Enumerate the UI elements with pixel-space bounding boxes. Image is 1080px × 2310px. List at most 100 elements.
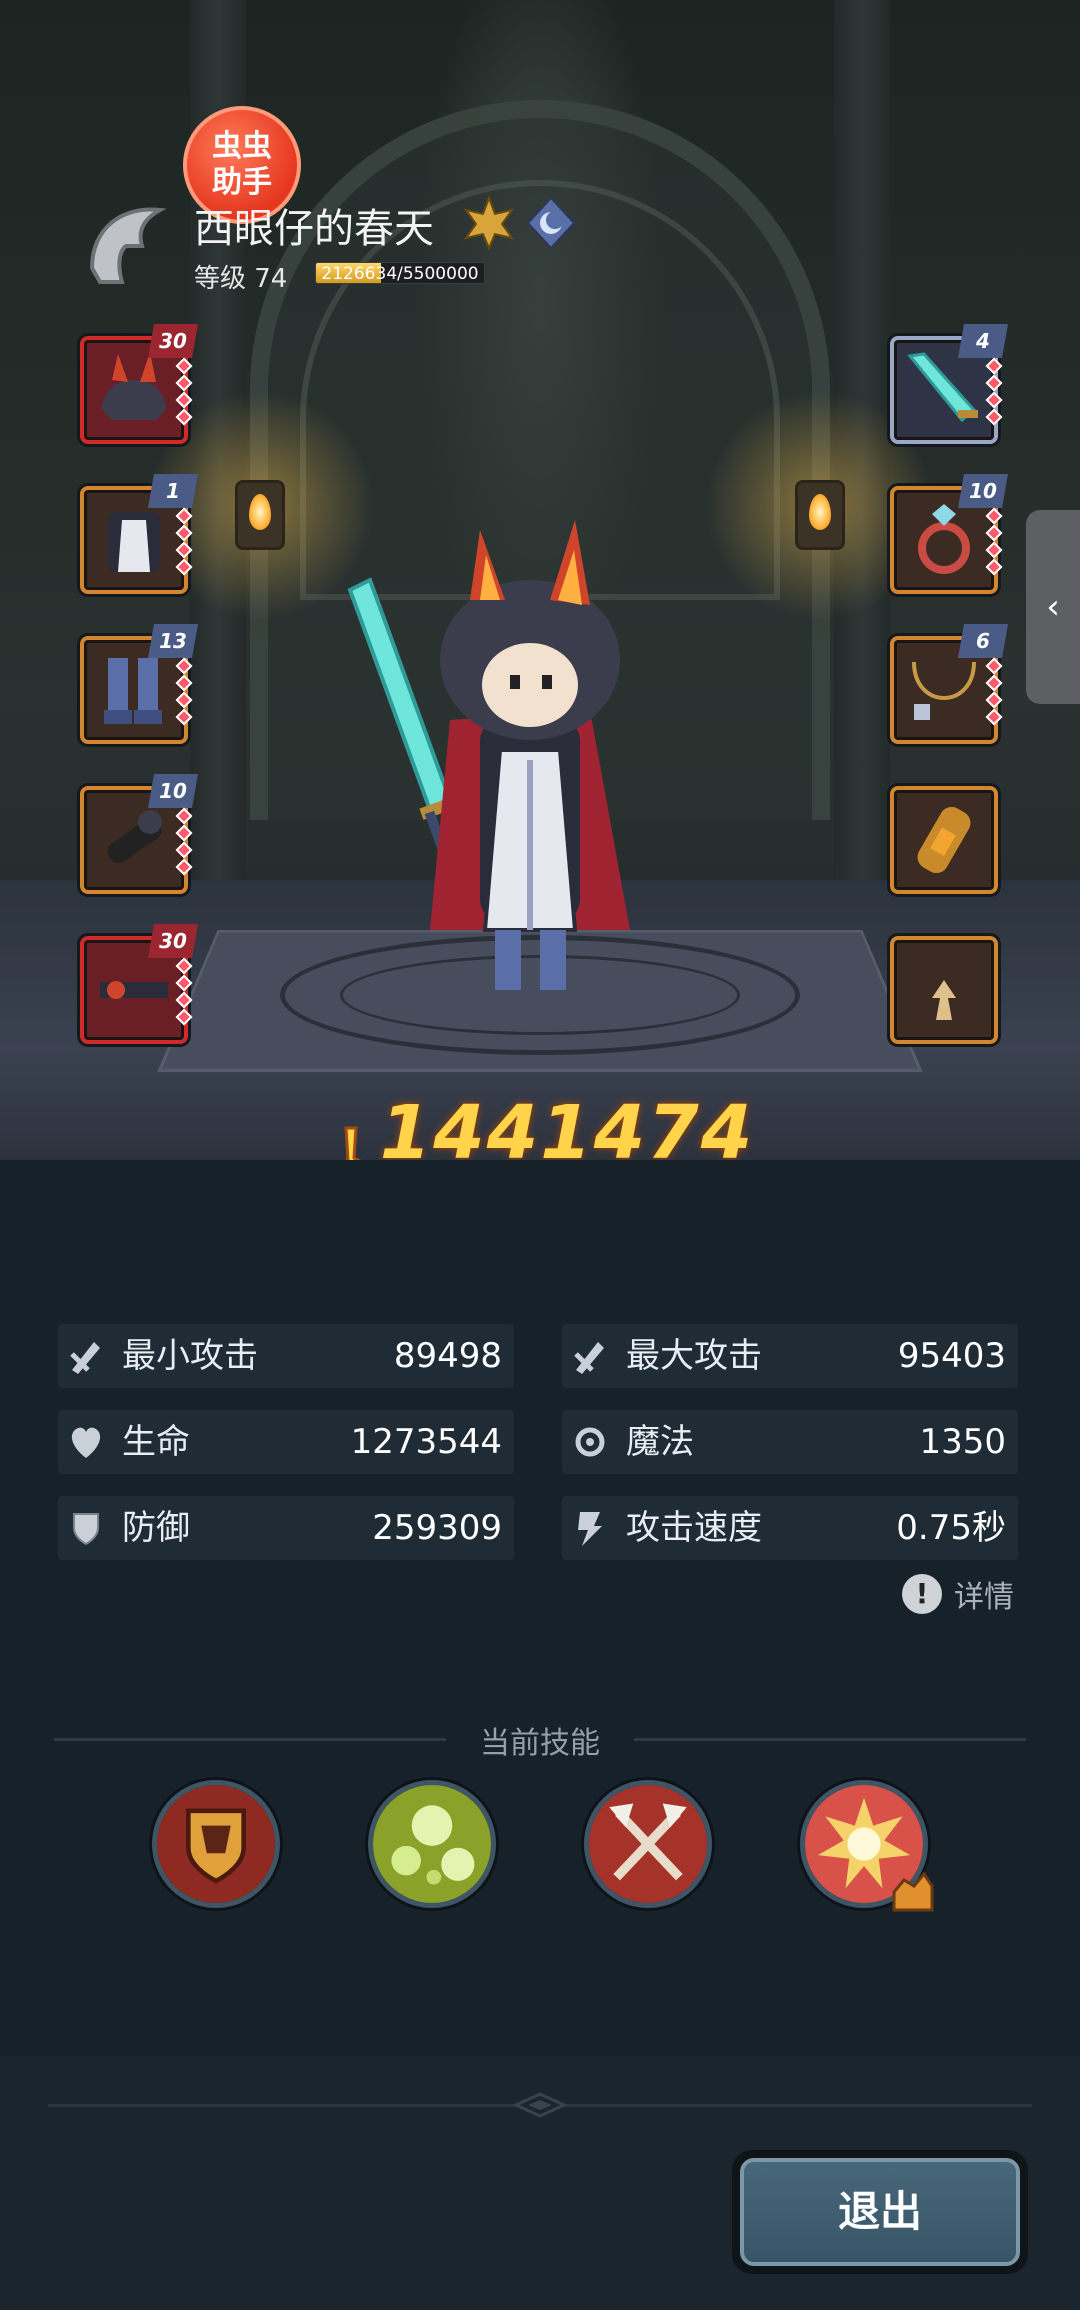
ring-icon	[918, 504, 970, 574]
shield-crest-skill-icon	[157, 1785, 275, 1903]
skills-title: 当前技能	[480, 1726, 600, 1761]
boots-icon	[104, 658, 162, 724]
sword-icon	[70, 1342, 100, 1374]
stat-value: 95403	[897, 1336, 1006, 1376]
helmet-icon	[102, 352, 166, 420]
gem-icon	[985, 541, 1003, 559]
skill-poison-bubble[interactable]	[368, 1780, 496, 1908]
gem-icon	[985, 657, 1003, 675]
magic-icon	[575, 1427, 605, 1457]
stat-value: 1273544	[350, 1422, 502, 1462]
gem-slots	[175, 507, 193, 576]
stat-label: 攻击速度	[626, 1508, 762, 1548]
sun-emblem-icon[interactable]	[462, 195, 516, 251]
equip-slot-necklace[interactable]: 6	[890, 624, 1008, 744]
equip-slot-ring[interactable]: 10	[890, 474, 1008, 594]
gem-icon	[175, 507, 193, 525]
hero-character	[347, 520, 630, 990]
gem-icon	[175, 691, 193, 709]
equip-level-badge: 4	[958, 324, 1008, 358]
chevron-left-icon: ‹	[1046, 587, 1060, 627]
gem-icon	[985, 524, 1003, 542]
gem-icon	[175, 824, 193, 842]
exit-label: 退出	[740, 2158, 1020, 2266]
heart-icon	[71, 1427, 101, 1458]
detail-button[interactable]: ! 详情	[902, 1572, 1014, 1616]
equip-slot-pendant[interactable]	[890, 936, 998, 1044]
divider-ornament-icon	[514, 2092, 566, 2118]
crossed-axes-skill-icon	[589, 1785, 707, 1903]
skill-crossed-axes[interactable]	[584, 1780, 712, 1908]
gem-icon	[985, 357, 1003, 375]
gem-icon	[175, 807, 193, 825]
torch-left	[145, 390, 375, 620]
sword-icon	[574, 1342, 604, 1374]
exp-text: 2126634/5500000	[321, 264, 479, 284]
gem-icon	[175, 524, 193, 542]
equip-slot-helmet[interactable]: 30	[80, 324, 198, 444]
armor-icon	[108, 512, 160, 572]
necklace-icon	[912, 661, 976, 720]
equip-level-badge: 13	[148, 624, 198, 658]
skill-shield-crest[interactable]	[152, 1780, 280, 1908]
gem-icon	[175, 558, 193, 576]
stat-value: 0.75秒	[896, 1508, 1006, 1548]
sword-icon	[907, 352, 978, 423]
equip-slot-belt[interactable]: 30	[80, 924, 198, 1044]
gem-icon	[175, 374, 193, 392]
gem-icon	[175, 708, 193, 726]
torch-right	[705, 390, 935, 620]
gem-icon	[175, 408, 193, 426]
side-panel-toggle[interactable]: ‹	[1026, 510, 1080, 704]
equip-slot-armor[interactable]: 1	[80, 474, 198, 594]
equip-level-badge: 6	[958, 624, 1008, 658]
gem-icon	[175, 974, 193, 992]
gem-icon	[175, 841, 193, 859]
equip-level-badge: 1	[148, 474, 198, 508]
gem-icon	[985, 507, 1003, 525]
pendant-icon	[915, 955, 973, 1020]
gloves-icon	[107, 810, 162, 864]
gem-icon	[175, 957, 193, 975]
moon-emblem-icon[interactable]	[524, 196, 578, 250]
exp-bar: 2126634/5500000	[315, 262, 485, 284]
equip-level-badge: 30	[148, 324, 198, 358]
gem-icon	[175, 657, 193, 675]
player-name: 西眼仔的春天	[194, 206, 434, 252]
gem-icon	[175, 541, 193, 559]
equip-slot-sword[interactable]: 4	[890, 324, 1008, 444]
gem-icon	[985, 708, 1003, 726]
stat-label: 防御	[122, 1508, 190, 1548]
bracer-icon	[917, 806, 971, 874]
gem-icon	[175, 674, 193, 692]
level-label: 等级 74	[194, 264, 288, 294]
equip-slot-gloves[interactable]: 10	[80, 774, 198, 894]
helmet-avatar-icon[interactable]	[82, 198, 176, 292]
gem-slots	[175, 957, 193, 1026]
stat-label: 生命	[122, 1422, 190, 1462]
gem-icon	[175, 991, 193, 1009]
poison-bubble-skill-icon	[373, 1785, 491, 1903]
gem-icon	[985, 374, 1003, 392]
skill-lock-badge-icon	[892, 1871, 934, 1912]
gem-slots	[175, 807, 193, 876]
equip-slot-boots[interactable]: 13	[80, 624, 198, 744]
detail-label: 详情	[954, 1580, 1014, 1615]
speed-icon	[578, 1512, 602, 1546]
gem-slots	[175, 357, 193, 426]
stat-row: 魔法 1350	[562, 1410, 1018, 1474]
equip-level-badge: 30	[148, 924, 198, 958]
stat-row: 生命 1273544	[58, 1410, 514, 1474]
belt-icon	[100, 981, 168, 999]
gem-icon	[985, 391, 1003, 409]
gem-icon	[175, 1008, 193, 1026]
exit-button[interactable]: 退出	[732, 2150, 1028, 2274]
gem-icon	[175, 391, 193, 409]
shield-icon	[73, 1513, 99, 1546]
gem-icon	[985, 408, 1003, 426]
stat-value: 1350	[919, 1422, 1006, 1462]
gem-slots	[985, 507, 1003, 576]
gem-icon	[175, 858, 193, 876]
stat-value: 89498	[393, 1336, 502, 1376]
equip-slot-bracer[interactable]	[890, 786, 998, 894]
